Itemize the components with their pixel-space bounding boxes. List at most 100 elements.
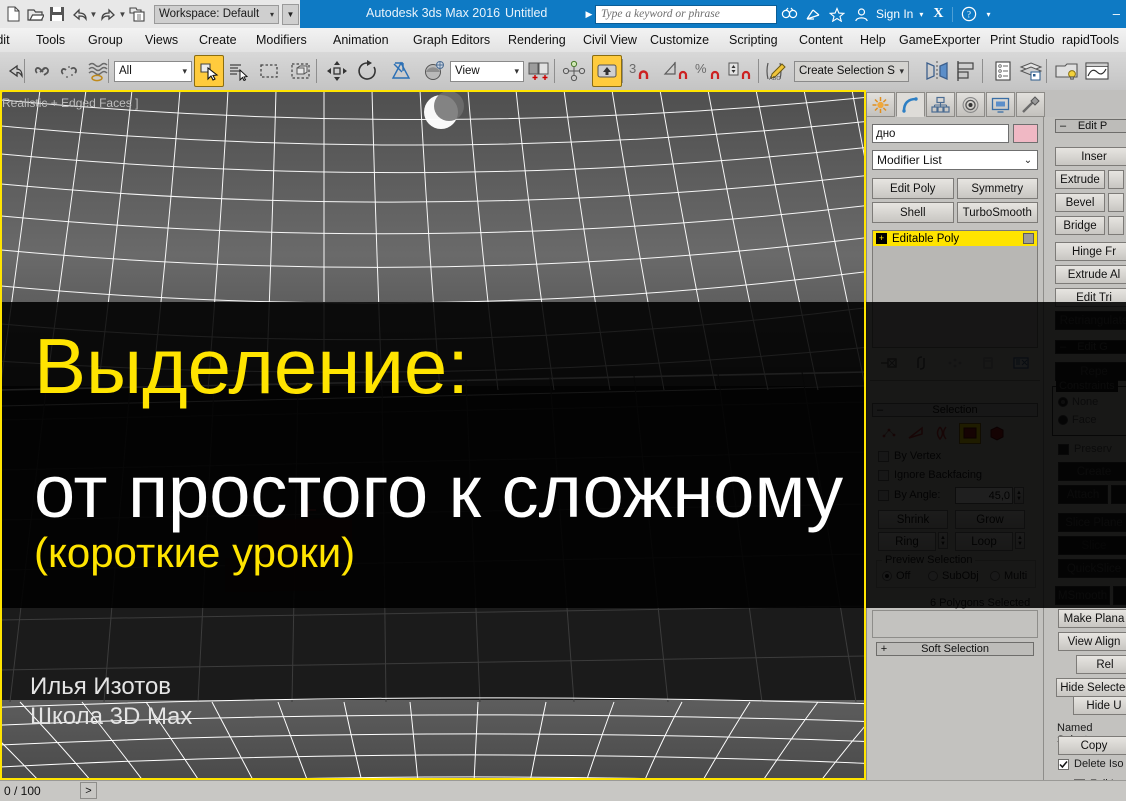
modifier-stack-item-editable-poly[interactable]: + Editable Poly xyxy=(873,231,1037,246)
soft-selection-rollout-header[interactable]: + Soft Selection xyxy=(876,642,1034,656)
undo-icon[interactable] xyxy=(68,3,90,25)
menu-item-group[interactable]: Group xyxy=(88,28,123,52)
menu-item-civil-view[interactable]: Civil View xyxy=(583,28,637,52)
delete-isolated-row[interactable]: Delete Iso xyxy=(1058,758,1124,770)
hide-unselected-button[interactable]: Hide U xyxy=(1073,696,1126,715)
menu-item-print-studio[interactable]: Print Studio xyxy=(990,28,1055,52)
spinner-snap-icon[interactable] xyxy=(726,55,756,87)
modifier-button-symmetry[interactable]: Symmetry xyxy=(956,178,1038,199)
bind-to-space-warp-icon[interactable] xyxy=(84,55,114,87)
menu-item-views[interactable]: Views xyxy=(145,28,178,52)
select-object-icon[interactable] xyxy=(194,55,224,87)
undo-arrow-icon[interactable] xyxy=(0,55,30,87)
collapse-icon[interactable]: – xyxy=(1056,120,1070,132)
object-color-swatch[interactable] xyxy=(1013,124,1038,143)
reference-coordinate-dropdown[interactable]: View ▾ xyxy=(450,60,524,82)
undo-dropdown-icon[interactable]: ▼ xyxy=(90,3,98,25)
modify-tab[interactable] xyxy=(896,92,925,117)
menu-item-tools[interactable]: Tools xyxy=(36,28,65,52)
delete-isolated-checkbox[interactable] xyxy=(1058,758,1069,770)
next-frame-button[interactable]: > xyxy=(80,782,97,799)
copy-button[interactable]: Copy xyxy=(1058,736,1126,755)
viewport-label[interactable]: ective ] [ Realistic + Edged Faces ] xyxy=(0,96,138,110)
select-by-name-icon[interactable] xyxy=(224,55,254,87)
menu-item-modifiers[interactable]: Modifiers xyxy=(256,28,307,52)
modifier-button-shell[interactable]: Shell xyxy=(872,202,954,223)
extrude-settings-button[interactable] xyxy=(1108,170,1124,189)
render-setup-icon[interactable] xyxy=(1052,55,1082,87)
scene-explorer-icon[interactable] xyxy=(1016,55,1046,87)
menu-item-rapidtools[interactable]: rapidTools xyxy=(1062,28,1119,52)
menu-item-content[interactable]: Content xyxy=(799,28,843,52)
open-file-icon[interactable] xyxy=(24,3,46,25)
create-tab[interactable] xyxy=(866,92,895,117)
modifier-toggle-box[interactable] xyxy=(1023,233,1034,244)
bridge-settings-button[interactable] xyxy=(1108,216,1124,235)
insert-button[interactable]: Inser xyxy=(1055,147,1126,166)
menu-item-edit[interactable]: Edit xyxy=(0,28,10,52)
rectangular-selection-region-icon[interactable] xyxy=(254,55,284,87)
named-selection-sets-dropdown[interactable]: Create Selection Se ▾ xyxy=(794,60,909,82)
help-icon[interactable]: ? xyxy=(957,4,981,24)
subscription-icon[interactable] xyxy=(801,4,825,24)
align-icon[interactable] xyxy=(952,55,982,87)
hinge-from-edge-button[interactable]: Hinge Fr xyxy=(1055,242,1126,261)
percent-snap-icon[interactable]: % xyxy=(694,55,724,87)
menu-item-create[interactable]: Create xyxy=(199,28,237,52)
infocenter-expand-icon[interactable]: ▶ xyxy=(583,9,595,20)
modifier-button-edit-poly[interactable]: Edit Poly xyxy=(872,178,954,199)
favorites-star-icon[interactable] xyxy=(825,4,849,24)
curve-editor-icon[interactable] xyxy=(1082,55,1112,87)
bevel-settings-button[interactable] xyxy=(1108,193,1124,212)
redo-icon[interactable] xyxy=(97,3,119,25)
search-icon[interactable] xyxy=(777,4,801,24)
redo-dropdown-icon[interactable]: ▼ xyxy=(119,3,127,25)
object-name-field[interactable]: дно xyxy=(872,124,1009,143)
sign-in-dropdown-icon[interactable]: ▾ xyxy=(913,10,929,19)
layer-manager-icon[interactable] xyxy=(988,55,1018,87)
sign-in-label[interactable]: Sign In xyxy=(876,7,913,21)
save-file-icon[interactable] xyxy=(46,3,68,25)
snaps-3d-icon[interactable]: 3 xyxy=(626,55,656,87)
snaps-toggle-icon[interactable] xyxy=(592,55,622,87)
menu-item-customize[interactable]: Customize xyxy=(650,28,709,52)
relax-button[interactable]: Rel xyxy=(1076,655,1126,674)
view-align-button[interactable]: View Align xyxy=(1058,632,1126,651)
hierarchy-tab[interactable] xyxy=(926,92,955,117)
expand-icon[interactable]: + xyxy=(877,643,891,655)
project-folder-icon[interactable] xyxy=(126,3,148,25)
workspace-selector[interactable]: Workspace: Default ▾ xyxy=(154,4,279,24)
use-pivot-point-center-icon[interactable] xyxy=(524,55,554,87)
menu-item-help[interactable]: Help xyxy=(860,28,886,52)
expand-icon[interactable]: + xyxy=(876,233,887,244)
modifier-list-dropdown[interactable]: Modifier List ⌄ xyxy=(872,150,1038,170)
menu-item-rendering[interactable]: Rendering xyxy=(508,28,566,52)
select-and-manipulate-icon[interactable] xyxy=(560,55,590,87)
extrude-along-spline-button[interactable]: Extrude Al xyxy=(1055,265,1126,284)
search-input[interactable]: Type a keyword or phrase xyxy=(595,4,777,24)
motion-tab[interactable] xyxy=(956,92,985,117)
edit-polygons-rollout-header[interactable]: – Edit P xyxy=(1055,119,1126,133)
autodesk-exchange-icon[interactable]: X xyxy=(929,6,947,22)
menu-item-gameexporter[interactable]: GameExporter xyxy=(899,28,980,52)
hide-selected-button[interactable]: Hide Selected xyxy=(1056,678,1126,697)
utilities-tab[interactable] xyxy=(1016,92,1045,117)
angle-snap-icon[interactable] xyxy=(662,55,692,87)
select-and-scale-icon[interactable] xyxy=(386,55,416,87)
select-and-move-icon[interactable] xyxy=(322,55,352,87)
display-tab[interactable] xyxy=(986,92,1015,117)
new-file-icon[interactable] xyxy=(2,3,24,25)
help-dropdown-icon[interactable]: ▾ xyxy=(981,10,997,19)
menu-item-scripting[interactable]: Scripting xyxy=(729,28,778,52)
extrude-button[interactable]: Extrude xyxy=(1055,170,1105,189)
minimize-button[interactable]: – xyxy=(1113,6,1120,21)
window-crossing-icon[interactable] xyxy=(286,55,316,87)
user-account-icon[interactable] xyxy=(849,4,873,24)
edit-named-selection-icon[interactable]: ABC xyxy=(762,55,792,87)
mirror-icon[interactable] xyxy=(922,55,952,87)
select-and-rotate-icon[interactable] xyxy=(352,55,382,87)
modifier-button-turbosmooth[interactable]: TurboSmooth xyxy=(956,202,1038,223)
workspace-menu-button[interactable]: ▼ xyxy=(282,3,299,25)
make-planar-button[interactable]: Make Plana xyxy=(1058,609,1126,628)
selection-filter-dropdown[interactable]: All ▾ xyxy=(114,60,192,82)
